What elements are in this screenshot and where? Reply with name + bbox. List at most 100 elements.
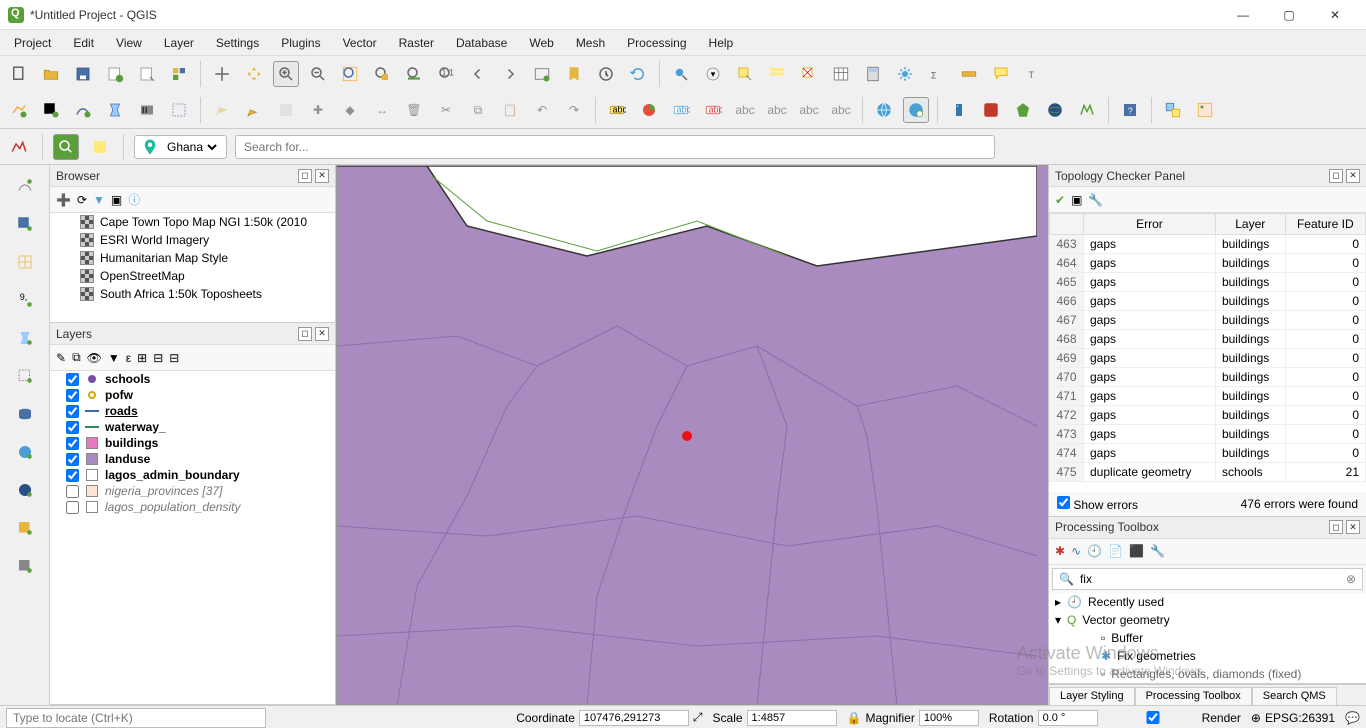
add-vector-layer-icon[interactable] [6,97,32,123]
error-row[interactable]: 466gapsbuildings0 [1050,292,1366,311]
error-row[interactable]: 469gapsbuildings0 [1050,349,1366,368]
browser-item[interactable]: ESRI World Imagery [50,231,335,249]
menu-processing[interactable]: Processing [617,33,696,53]
browser-item[interactable]: South Africa 1:50k Toposheets [50,285,335,303]
extents-icon[interactable]: ⤢ [693,710,703,725]
topology-error-list[interactable]: ErrorLayerFeature ID 463gapsbuildings046… [1049,213,1366,492]
layers-style-icon[interactable]: ✎ [56,351,66,365]
select-by-value-icon[interactable] [764,61,790,87]
plugin-georef-icon[interactable] [1192,97,1218,123]
processing-undock-button[interactable]: ◻ [1329,520,1343,534]
layers-collapse-icon[interactable]: ⊟ [153,351,163,365]
layer-visibility-checkbox[interactable] [66,421,79,434]
processing-search-input[interactable] [1080,572,1340,586]
identify-icon[interactable] [668,61,694,87]
georef-icon[interactable] [10,513,40,543]
add-raster-layer-icon[interactable] [38,97,64,123]
plugin-green-icon[interactable] [1010,97,1036,123]
layer-visibility-checkbox[interactable] [66,469,79,482]
browser-item[interactable]: OpenStreetMap [50,267,335,285]
attribute-table-icon[interactable] [828,61,854,87]
browser-collapse-icon[interactable]: ▣ [111,193,122,207]
menu-view[interactable]: View [106,33,152,53]
render-checkbox[interactable]: Render [1108,711,1241,725]
layer-item[interactable]: waterway_ [50,419,335,435]
map-canvas[interactable] [336,165,1048,705]
select-features-icon[interactable] [732,61,758,87]
save-project-icon[interactable] [70,61,96,87]
layers-visibility-icon[interactable]: 👁 [87,351,102,365]
undo-icon[interactable]: ↶ [529,97,555,123]
new-virtual-layer-icon[interactable] [166,97,192,123]
layer-visibility-checkbox[interactable] [66,373,79,386]
zoom-in-icon[interactable] [273,61,299,87]
temporal-controller-icon[interactable] [593,61,619,87]
plugin-osm-search-icon[interactable] [903,97,929,123]
redo-icon[interactable]: ↷ [561,97,587,123]
minimize-button[interactable]: — [1220,0,1266,30]
quickosm-icon[interactable] [53,134,79,160]
nominatim-locator[interactable]: Ghana [134,135,227,159]
proc-edit-icon[interactable]: ⬛ [1129,544,1144,558]
topology-validate-extent-icon[interactable]: ▣ [1071,193,1082,207]
cut-icon[interactable]: ✂ [433,97,459,123]
open-project-icon[interactable] [38,61,64,87]
menu-database[interactable]: Database [446,33,517,53]
error-row[interactable]: 464gapsbuildings0 [1050,254,1366,273]
menu-layer[interactable]: Layer [154,33,204,53]
menu-help[interactable]: Help [699,33,744,53]
vector-create-icon[interactable] [10,171,40,201]
error-row[interactable]: 473gapsbuildings0 [1050,425,1366,444]
layer-visibility-checkbox[interactable] [66,485,79,498]
browser-close-button[interactable]: ✕ [315,169,329,183]
new-map-view-icon[interactable] [529,61,555,87]
new-print-layout-icon[interactable] [102,61,128,87]
proc-group-vector-geometry[interactable]: ▾QVector geometry [1049,611,1366,629]
postgis-icon[interactable] [10,399,40,429]
new-geopackage-icon[interactable] [102,97,128,123]
browser-refresh-icon[interactable]: ⟳ [77,193,87,207]
rotation-value[interactable] [1038,710,1098,726]
new-project-icon[interactable] [6,61,32,87]
error-row[interactable]: 463gapsbuildings0 [1050,235,1366,254]
layer-visibility-checkbox[interactable] [66,501,79,514]
error-row[interactable]: 470gapsbuildings0 [1050,368,1366,387]
layer-visibility-checkbox[interactable] [66,453,79,466]
processing-close-button[interactable]: ✕ [1346,520,1360,534]
refresh-icon[interactable] [625,61,651,87]
mesh-create-icon[interactable] [10,247,40,277]
magnifier-value[interactable] [919,710,979,726]
error-row[interactable]: 474gapsbuildings0 [1050,444,1366,463]
layer-item[interactable]: lagos_population_density [50,499,335,515]
layer-visibility-checkbox[interactable] [66,437,79,450]
messages-icon[interactable]: 💬 [1345,711,1360,725]
profile-tool-icon[interactable] [6,134,32,160]
new-bookmark-icon[interactable] [561,61,587,87]
zoom-full-icon[interactable] [337,61,363,87]
deselect-icon[interactable] [796,61,822,87]
browser-filter-icon[interactable]: ▼ [93,193,105,207]
help-icon[interactable]: ? [1117,97,1143,123]
measure-icon[interactable] [956,61,982,87]
error-row[interactable]: 467gapsbuildings0 [1050,311,1366,330]
browser-add-icon[interactable]: ➕ [56,193,71,207]
layer-item[interactable]: nigeria_provinces [37] [50,483,335,499]
text-annotation-icon[interactable]: T [1020,61,1046,87]
show-hide-labels-icon[interactable]: abc [732,97,758,123]
processing-tree[interactable]: ▸🕘Recently used ▾QVector geometry ▫Buffe… [1049,593,1366,683]
maximize-button[interactable]: ▢ [1266,0,1312,30]
layers-add-group-icon[interactable]: ⧉ [72,350,81,365]
lock-icon[interactable]: 🔒 [847,711,862,725]
layer-item[interactable]: pofw [50,387,335,403]
proc-python-icon[interactable]: ∿ [1071,544,1081,558]
browser-undock-button[interactable]: ◻ [298,169,312,183]
browser-properties-icon[interactable]: ⓘ [128,191,140,208]
menu-plugins[interactable]: Plugins [271,33,330,53]
wfs-icon[interactable] [10,475,40,505]
proc-algo-rectangles[interactable]: ▫Rectangles, ovals, diamonds (fixed) [1049,665,1366,683]
processing-toolbox-icon[interactable] [892,61,918,87]
layer-visibility-checkbox[interactable] [66,389,79,402]
layers-close-button[interactable]: ✕ [315,327,329,341]
zoom-last-icon[interactable] [465,61,491,87]
current-edits-icon[interactable] [209,97,235,123]
